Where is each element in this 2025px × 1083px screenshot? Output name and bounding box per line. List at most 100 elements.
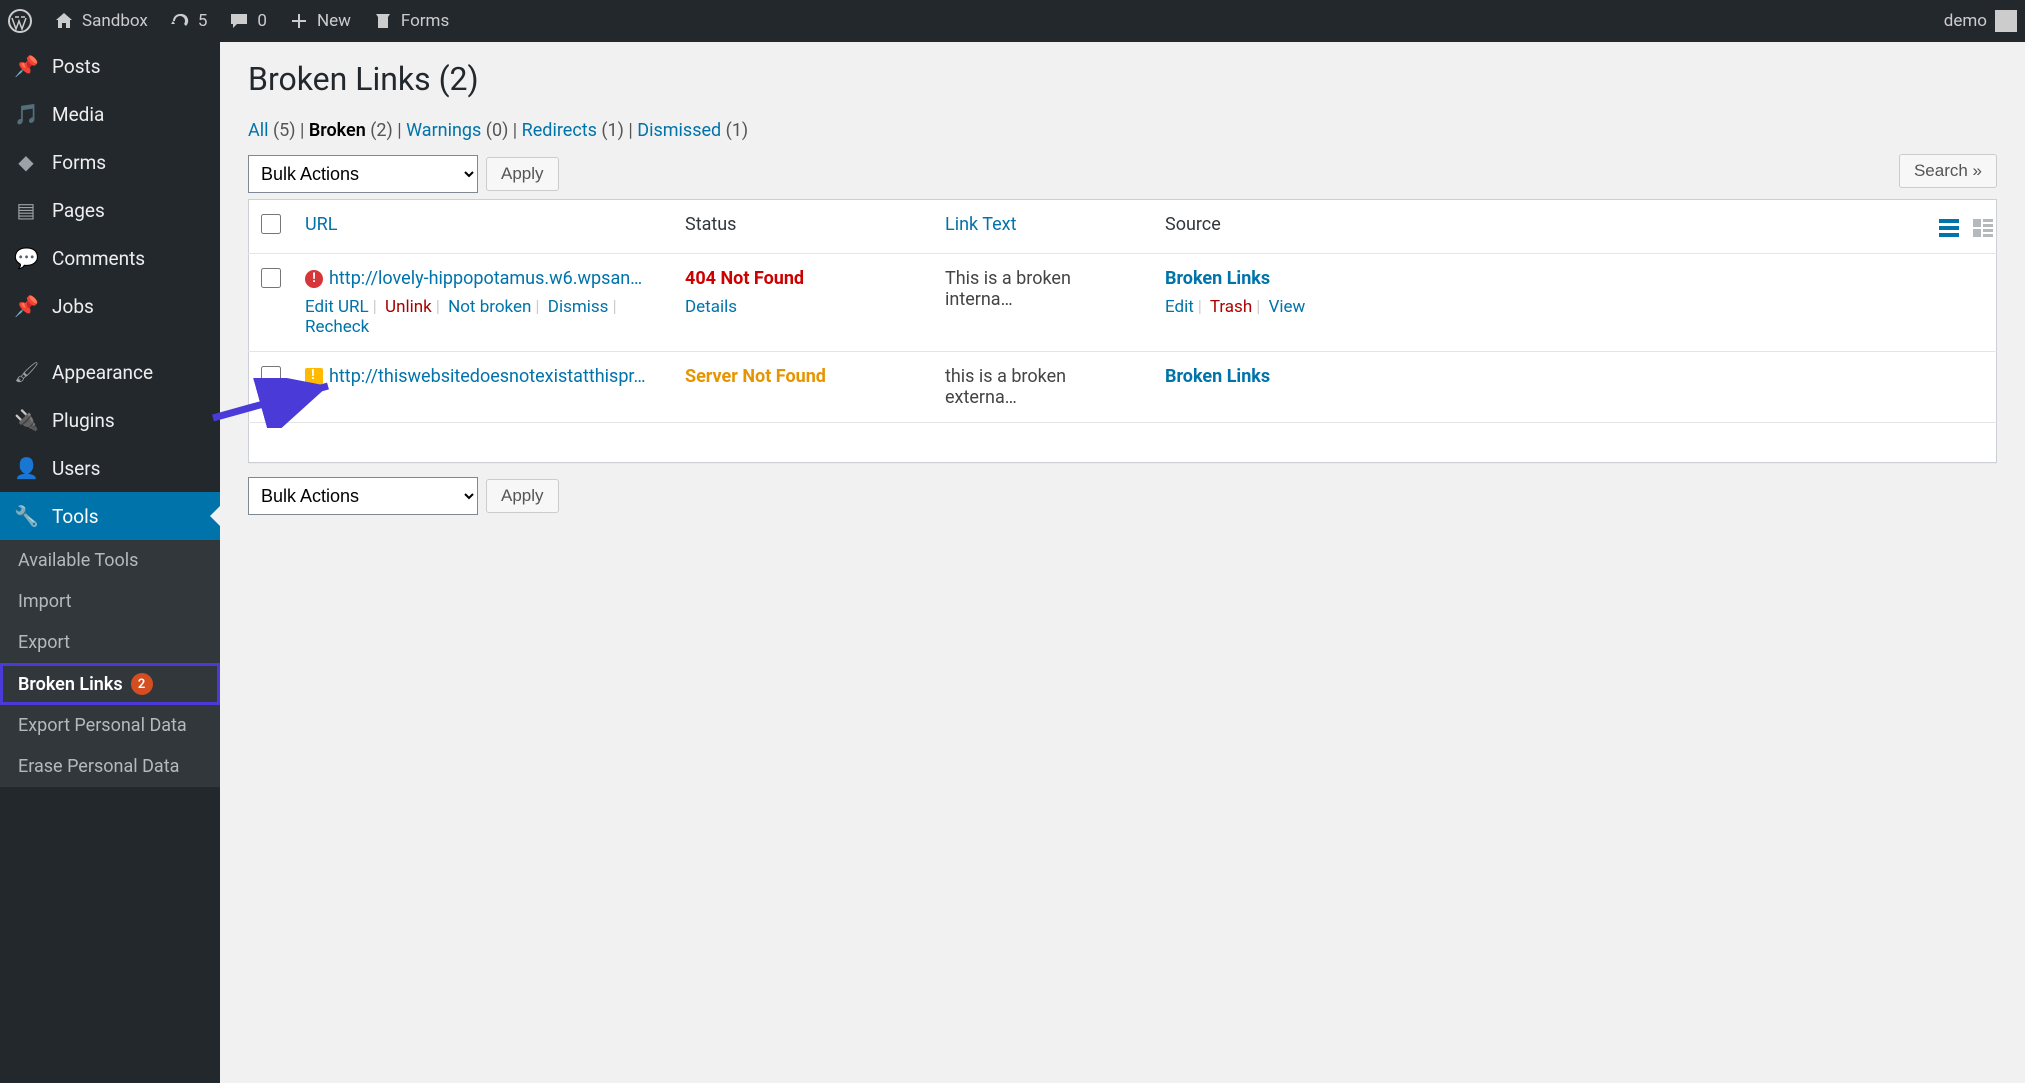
plug-icon: 🔌: [14, 408, 38, 432]
page-icon: ▤: [14, 198, 38, 222]
comment-icon: [229, 11, 249, 31]
not-broken-action[interactable]: Not broken: [448, 297, 531, 317]
view-list-icon[interactable]: [1935, 214, 1963, 242]
bulk-actions-select-bottom[interactable]: Bulk Actions: [248, 477, 478, 515]
page-title: Broken Links (2): [248, 60, 1997, 98]
admin-sidebar: 📌Posts 🎵Media ◆Forms ▤Pages 💬Comments 📌J…: [0, 42, 220, 1083]
unlink-action[interactable]: Unlink: [385, 297, 432, 317]
submenu-erase-personal[interactable]: Erase Personal Data: [0, 746, 220, 787]
filter-broken[interactable]: Broken: [309, 120, 366, 141]
forms-label: Forms: [401, 11, 449, 31]
pin-icon: 📌: [14, 54, 38, 78]
pin-icon: 📌: [14, 294, 38, 318]
sidebar-item-posts[interactable]: 📌Posts: [0, 42, 220, 90]
brush-icon: 🖌: [14, 360, 38, 384]
media-icon: 🎵: [14, 102, 38, 126]
bulk-actions-select[interactable]: Bulk Actions: [248, 155, 478, 193]
submenu-export[interactable]: Export: [0, 622, 220, 663]
url-link[interactable]: http://lovely-hippopotamus.w6.wpsan…: [329, 268, 642, 289]
submenu-available-tools[interactable]: Available Tools: [0, 540, 220, 581]
row-checkbox[interactable]: [261, 268, 281, 288]
col-linktext[interactable]: Link Text: [945, 214, 1016, 235]
tablenav-top: Bulk Actions Apply: [248, 155, 1997, 193]
filter-warnings[interactable]: Warnings: [406, 120, 481, 141]
apply-button-bottom[interactable]: Apply: [486, 479, 559, 513]
sidebar-item-jobs[interactable]: 📌Jobs: [0, 282, 220, 330]
admin-bar-left: Sandbox 5 0 New Forms: [8, 9, 449, 33]
sidebar-item-users[interactable]: 👤Users: [0, 444, 220, 492]
error-icon: [305, 270, 323, 288]
dismiss-action[interactable]: Dismiss: [548, 297, 609, 317]
wp-logo[interactable]: [8, 9, 32, 33]
table-row: http://lovely-hippopotamus.w6.wpsan… Edi…: [249, 254, 1997, 352]
tools-submenu: Available Tools Import Export Broken Lin…: [0, 540, 220, 787]
warning-icon: [305, 368, 323, 386]
home-icon: [54, 11, 74, 31]
col-source: Source: [1153, 200, 1997, 254]
site-name: Sandbox: [82, 11, 148, 31]
filter-dismissed[interactable]: Dismissed: [637, 120, 721, 141]
search-button[interactable]: Search »: [1899, 154, 1997, 188]
forms-link[interactable]: Forms: [373, 11, 449, 31]
apply-button[interactable]: Apply: [486, 157, 559, 191]
edit-action[interactable]: Edit: [1165, 297, 1194, 317]
user-icon: 👤: [14, 456, 38, 480]
view-switch: [1935, 214, 1997, 242]
recheck-action[interactable]: Recheck: [305, 317, 369, 337]
filter-links: All (5) | Broken (2) | Warnings (0) | Re…: [248, 120, 1997, 141]
sidebar-item-comments[interactable]: 💬Comments: [0, 234, 220, 282]
forms-icon: [373, 11, 393, 31]
source-link[interactable]: Broken Links: [1165, 268, 1270, 289]
admin-bar: Sandbox 5 0 New Forms demo: [0, 0, 2025, 42]
forms-icon: ◆: [14, 150, 38, 174]
user-name: demo: [1944, 11, 1987, 31]
updates-count: 5: [198, 11, 208, 31]
details-link[interactable]: Details: [685, 297, 737, 317]
new-content-link[interactable]: New: [289, 11, 351, 31]
source-link[interactable]: Broken Links: [1165, 366, 1270, 387]
comment-icon: 💬: [14, 246, 38, 270]
status-text: 404 Not Found: [685, 268, 804, 289]
table-row: http://thiswebsitedoesnotexistatthispr… …: [249, 352, 1997, 423]
col-url[interactable]: URL: [305, 214, 337, 235]
comments-link[interactable]: 0: [229, 11, 267, 31]
sidebar-item-plugins[interactable]: 🔌Plugins: [0, 396, 220, 444]
site-name-link[interactable]: Sandbox: [54, 11, 148, 31]
trash-action[interactable]: Trash: [1210, 297, 1252, 317]
links-table: URL Status Link Text Source http://lovel…: [248, 199, 1997, 463]
updates-link[interactable]: 5: [170, 11, 208, 31]
broken-links-badge: 2: [131, 673, 153, 695]
user-menu[interactable]: demo: [1944, 10, 2017, 32]
refresh-icon: [170, 11, 190, 31]
edit-url-action[interactable]: Edit URL: [305, 297, 369, 317]
filter-redirects[interactable]: Redirects: [522, 120, 597, 141]
filter-all[interactable]: All: [248, 120, 269, 141]
plus-icon: [289, 11, 309, 31]
new-label: New: [317, 11, 351, 31]
wordpress-icon: [8, 9, 32, 33]
submenu-export-personal[interactable]: Export Personal Data: [0, 705, 220, 746]
submenu-import[interactable]: Import: [0, 581, 220, 622]
row-actions: Edit URL| Unlink| Not broken| Dismiss| R…: [305, 297, 661, 337]
submenu-broken-links[interactable]: Broken Links 2: [0, 663, 220, 705]
tablenav-bottom: Bulk Actions Apply: [248, 477, 1997, 515]
view-action[interactable]: View: [1269, 297, 1306, 317]
main-content: Broken Links (2) Search » All (5) | Brok…: [220, 42, 2025, 539]
avatar: [1995, 10, 2017, 32]
search-box: Search »: [1899, 154, 1997, 188]
admin-bar-right: demo: [1944, 10, 2017, 32]
row-checkbox[interactable]: [261, 366, 281, 386]
sidebar-item-media[interactable]: 🎵Media: [0, 90, 220, 138]
table-spacer: [249, 423, 1997, 463]
link-text: This is a broken interna…: [945, 268, 1071, 310]
view-excerpt-icon[interactable]: [1969, 214, 1997, 242]
col-status: Status: [673, 200, 933, 254]
wrench-icon: 🔧: [14, 504, 38, 528]
url-link[interactable]: http://thiswebsitedoesnotexistatthispr…: [329, 366, 646, 387]
sidebar-item-tools[interactable]: 🔧Tools: [0, 492, 220, 540]
select-all-checkbox[interactable]: [261, 214, 281, 234]
sidebar-item-pages[interactable]: ▤Pages: [0, 186, 220, 234]
sidebar-item-appearance[interactable]: 🖌Appearance: [0, 348, 220, 396]
sidebar-item-forms[interactable]: ◆Forms: [0, 138, 220, 186]
comments-count: 0: [257, 11, 267, 31]
